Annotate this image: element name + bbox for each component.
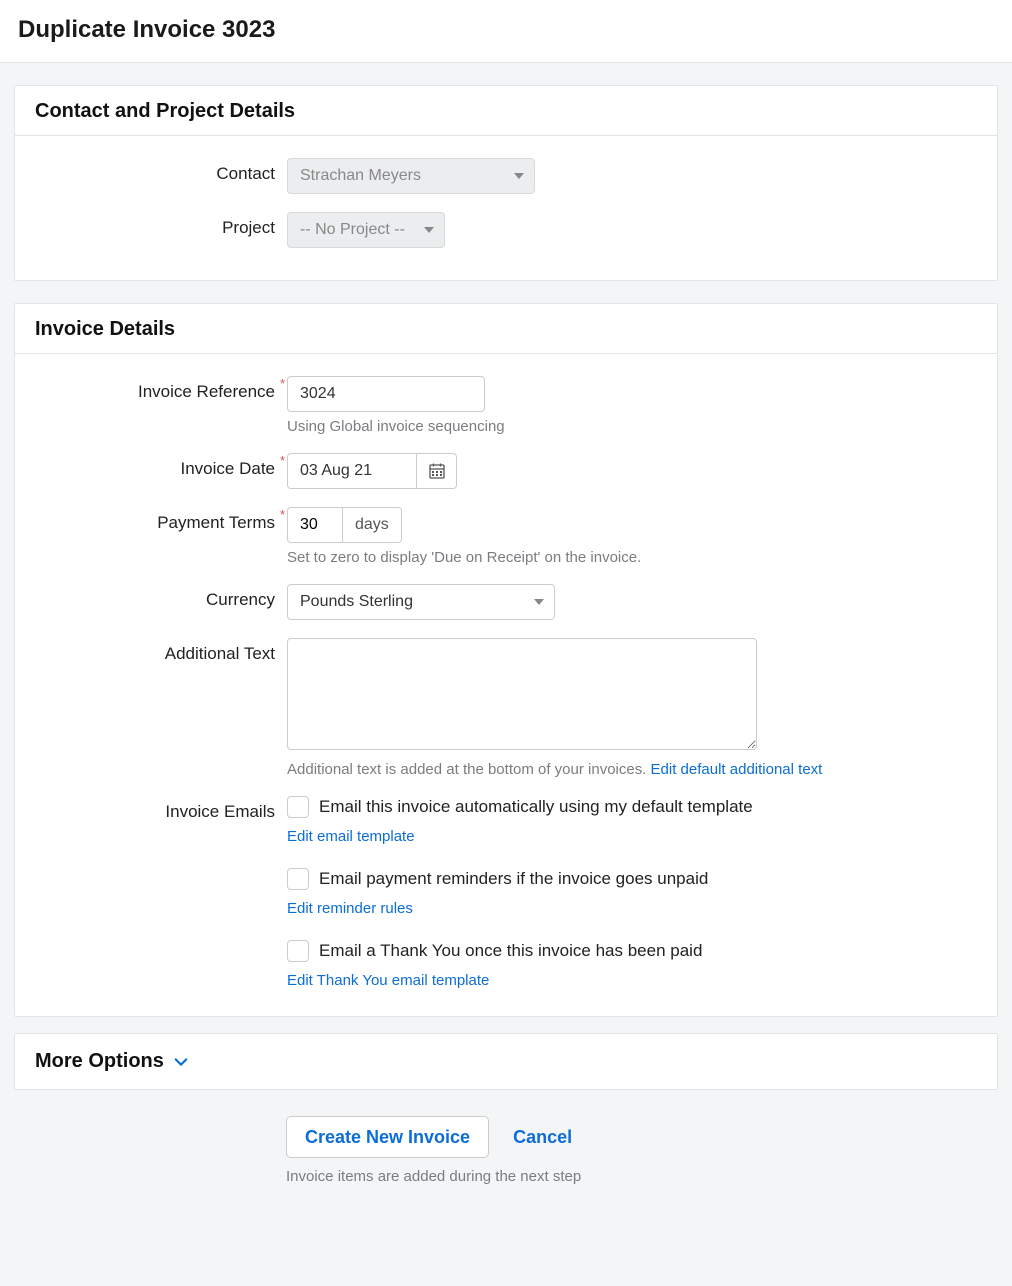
terms-input-group: days [287, 507, 402, 543]
form-actions: Create New Invoice Cancel Invoice items … [14, 1116, 998, 1185]
terms-label: Payment Terms [35, 507, 287, 533]
edit-email-template-link[interactable]: Edit email template [287, 828, 415, 845]
email-reminder-checkbox[interactable] [287, 868, 309, 890]
project-value: -- No Project -- [300, 221, 405, 239]
edit-additional-text-link[interactable]: Edit default additional text [651, 761, 823, 778]
more-options-label: More Options [35, 1050, 164, 1073]
date-input[interactable]: 03 Aug 21 [288, 454, 416, 488]
additional-label: Additional Text [35, 638, 287, 664]
terms-help: Set to zero to display 'Due on Receipt' … [287, 549, 977, 566]
panel-contact-project: Contact and Project Details Contact Stra… [14, 85, 998, 281]
date-input-group: 03 Aug 21 [287, 453, 457, 489]
calendar-button[interactable] [416, 454, 456, 488]
email-auto-label: Email this invoice automatically using m… [319, 797, 753, 817]
email-thankyou-label: Email a Thank You once this invoice has … [319, 941, 702, 961]
currency-label: Currency [35, 584, 287, 610]
panel-header: Invoice Details [15, 304, 997, 354]
terms-unit: days [342, 508, 401, 542]
more-options-toggle[interactable]: More Options [14, 1033, 998, 1090]
email-auto-checkbox[interactable] [287, 796, 309, 818]
additional-help: Additional text is added at the bottom o… [287, 761, 977, 778]
terms-input[interactable] [288, 508, 342, 542]
chevron-down-icon [174, 1055, 188, 1069]
date-label: Invoice Date [35, 453, 287, 479]
contact-label: Contact [35, 158, 287, 184]
calendar-icon [429, 463, 445, 479]
chevron-down-icon [424, 227, 434, 233]
actions-help: Invoice items are added during the next … [286, 1168, 998, 1185]
section-heading: Invoice Details [35, 318, 977, 341]
chevron-down-icon [534, 599, 544, 605]
panel-header: Contact and Project Details [15, 86, 997, 136]
edit-thankyou-template-link[interactable]: Edit Thank You email template [287, 972, 489, 989]
chevron-down-icon [514, 173, 524, 179]
section-heading: Contact and Project Details [35, 100, 977, 123]
emails-label: Invoice Emails [35, 796, 287, 822]
currency-select[interactable]: Pounds Sterling [287, 584, 555, 620]
page-title: Duplicate Invoice 3023 [18, 16, 994, 44]
cancel-button[interactable]: Cancel [513, 1116, 572, 1158]
reference-help: Using Global invoice sequencing [287, 418, 977, 435]
contact-select[interactable]: Strachan Meyers [287, 158, 535, 194]
reference-label: Invoice Reference [35, 376, 287, 402]
edit-reminder-rules-link[interactable]: Edit reminder rules [287, 900, 413, 917]
project-label: Project [35, 212, 287, 238]
project-select[interactable]: -- No Project -- [287, 212, 445, 248]
email-thankyou-checkbox[interactable] [287, 940, 309, 962]
currency-value: Pounds Sterling [300, 593, 413, 611]
panel-invoice-details: Invoice Details Invoice Reference Using … [14, 303, 998, 1017]
create-invoice-button[interactable]: Create New Invoice [286, 1116, 489, 1158]
contact-value: Strachan Meyers [300, 167, 421, 185]
reference-input[interactable] [287, 376, 485, 412]
page-header: Duplicate Invoice 3023 [0, 0, 1012, 63]
email-reminder-label: Email payment reminders if the invoice g… [319, 869, 708, 889]
additional-textarea[interactable] [287, 638, 757, 750]
